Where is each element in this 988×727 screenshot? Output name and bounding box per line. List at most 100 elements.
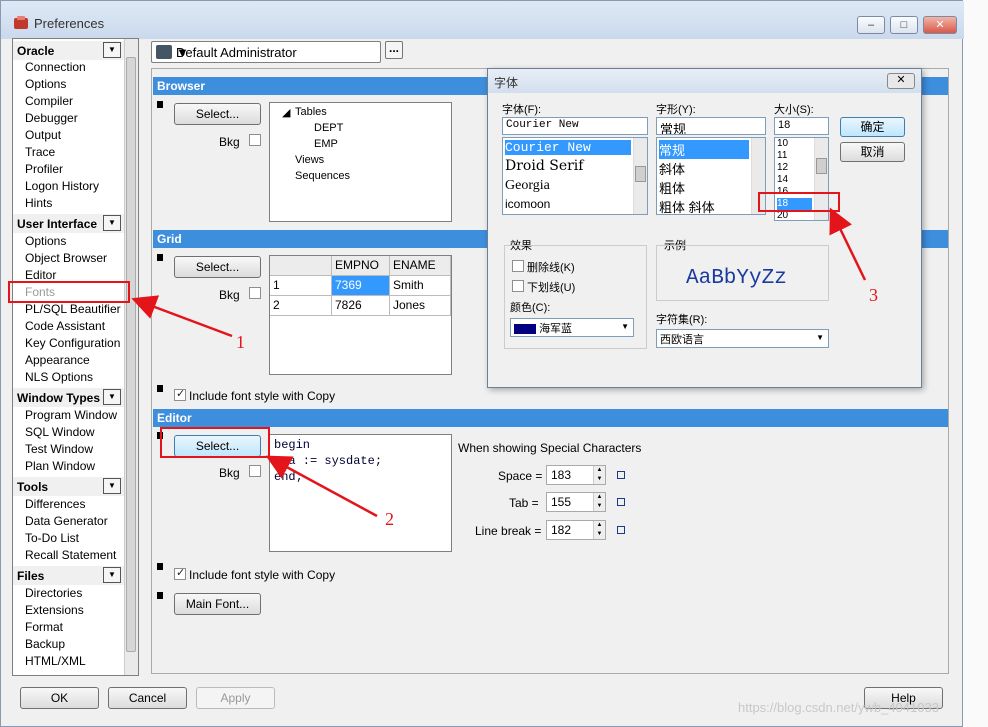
font-style-list[interactable]: 常规 斜体 粗体 粗体 斜体 xyxy=(656,137,766,215)
apply-button[interactable]: Apply xyxy=(196,687,275,709)
user-profile-combo[interactable]: Default Administrator ▼ xyxy=(151,41,381,63)
chevron-down-icon: ▼ xyxy=(621,322,629,331)
sidebar-item-profiler[interactable]: Profiler xyxy=(25,161,63,177)
font-list-scrollbar[interactable] xyxy=(633,138,647,214)
sidebar-item-test-window[interactable]: Test Window xyxy=(25,441,93,457)
tab-spinner[interactable]: 155 ▲ ▼ xyxy=(546,492,606,512)
sidebar-item-options[interactable]: Options xyxy=(25,233,66,249)
linebreak-spinner[interactable]: 182 ▲ ▼ xyxy=(546,520,606,540)
sidebar-item-output[interactable]: Output xyxy=(25,127,61,143)
sidebar-item-data-generator[interactable]: Data Generator xyxy=(25,513,108,529)
sidebar-item-debugger[interactable]: Debugger xyxy=(25,110,78,126)
maximize-button[interactable]: □ xyxy=(890,16,918,34)
sidebar-item-html-xml[interactable]: HTML/XML xyxy=(25,653,86,669)
minimize-button[interactable]: – xyxy=(857,16,885,34)
charset-select[interactable]: 西欧语言 ▼ xyxy=(656,329,829,348)
size-option[interactable]: 12 xyxy=(777,162,788,174)
sidebar-item-recall-statement[interactable]: Recall Statement xyxy=(25,547,116,563)
space-spinner[interactable]: 183 ▲ ▼ xyxy=(546,465,606,485)
close-button[interactable]: ✕ xyxy=(923,16,957,34)
font-option-courier[interactable]: Courier New xyxy=(505,140,631,155)
chevron-down-icon[interactable]: ▼ xyxy=(103,42,121,58)
sidebar-item-differences[interactable]: Differences xyxy=(25,496,85,512)
sidebar-item-program-window[interactable]: Program Window xyxy=(25,407,117,423)
style-option-bold-italic[interactable]: 粗体 斜体 xyxy=(659,197,715,214)
sidebar-item-object-browser[interactable]: Object Browser xyxy=(25,250,107,266)
sidebar-group-window-types[interactable]: Window Types ▼ xyxy=(13,388,125,407)
font-style-label: 字形(Y): xyxy=(656,104,696,116)
chevron-down-icon[interactable]: ▼ xyxy=(103,389,121,405)
sidebar-scroll-thumb[interactable] xyxy=(126,57,136,652)
sidebar-scrollbar[interactable] xyxy=(124,39,138,675)
grid-include-style-checkbox[interactable] xyxy=(174,387,186,401)
editor-include-style-checkbox[interactable] xyxy=(174,566,186,580)
scroll-thumb[interactable] xyxy=(816,158,827,174)
grid-select-button[interactable]: Select... xyxy=(174,256,261,278)
sidebar-item-plan-window[interactable]: Plan Window xyxy=(25,458,95,474)
font-name-list[interactable]: Courier New Droid Serif Georgia icomoon xyxy=(502,137,648,215)
user-icon xyxy=(156,45,172,59)
style-option-bold[interactable]: 粗体 xyxy=(659,178,685,197)
spinner-arrows-icon[interactable]: ▲ ▼ xyxy=(593,466,605,484)
annotation-number-3: 3 xyxy=(869,285,878,305)
tab-label: Tab = xyxy=(509,496,539,510)
size-option[interactable]: 11 xyxy=(777,150,787,162)
sidebar-item-extensions[interactable]: Extensions xyxy=(25,602,84,618)
sidebar-item-sql-window[interactable]: SQL Window xyxy=(25,424,95,440)
sidebar-item-options[interactable]: Options xyxy=(25,76,66,92)
browser-bkg-checkbox[interactable] xyxy=(249,134,261,146)
style-option-italic[interactable]: 斜体 xyxy=(659,159,685,178)
ok-button[interactable]: OK xyxy=(20,687,99,709)
sidebar-group-tools[interactable]: Tools ▼ xyxy=(13,477,125,496)
main-font-button[interactable]: Main Font... xyxy=(174,593,261,615)
grid-bkg-label: Bkg xyxy=(219,288,240,302)
underline-checkbox[interactable] xyxy=(512,280,524,292)
font-option-droid-serif[interactable]: Droid Serif xyxy=(505,158,583,174)
browser-select-button[interactable]: Select... xyxy=(174,103,261,125)
sidebar-item-backup[interactable]: Backup xyxy=(25,636,65,652)
sidebar-item-appearance[interactable]: Appearance xyxy=(25,352,90,368)
cancel-button[interactable]: Cancel xyxy=(108,687,187,709)
color-select[interactable]: 海军蓝 ▼ xyxy=(510,318,634,337)
sidebar-item-directories[interactable]: Directories xyxy=(25,585,82,601)
size-option[interactable]: 10 xyxy=(777,138,788,150)
background-strip xyxy=(963,0,988,727)
font-cancel-button[interactable]: 取消 xyxy=(840,142,905,162)
font-size-input[interactable]: 18 xyxy=(774,117,829,135)
sidebar-item-code-assistant[interactable]: Code Assistant xyxy=(25,318,105,334)
more-options-button[interactable]: ... xyxy=(385,41,403,59)
style-option-regular[interactable]: 常规 xyxy=(659,140,749,159)
font-option-icomoon[interactable]: icomoon xyxy=(505,197,550,211)
font-style-input[interactable]: 常规 xyxy=(656,117,766,135)
chevron-down-icon: ▼ xyxy=(176,45,189,60)
font-ok-button[interactable]: 确定 xyxy=(840,117,905,137)
font-name-input[interactable]: Courier New xyxy=(502,117,648,135)
chevron-down-icon[interactable]: ▼ xyxy=(103,567,121,583)
sidebar-group-files[interactable]: Files ▼ xyxy=(13,566,125,585)
sidebar-group-oracle[interactable]: Oracle ▼ xyxy=(13,41,125,60)
sidebar-item-format[interactable]: Format xyxy=(25,619,63,635)
sidebar-item-compiler[interactable]: Compiler xyxy=(25,93,73,109)
chevron-down-icon[interactable]: ▼ xyxy=(103,478,121,494)
size-option[interactable]: 14 xyxy=(777,174,788,186)
font-option-georgia[interactable]: Georgia xyxy=(505,178,550,194)
chevron-down-icon[interactable]: ▼ xyxy=(103,215,121,231)
sidebar-item-logon-history[interactable]: Logon History xyxy=(25,178,99,194)
main-font-marker xyxy=(157,592,163,599)
sidebar-item-key-configuration[interactable]: Key Configuration xyxy=(25,335,120,351)
sidebar-item-connection[interactable]: Connection xyxy=(25,59,86,75)
strikeout-checkbox[interactable] xyxy=(512,260,524,272)
editor-bkg-checkbox[interactable] xyxy=(249,465,261,477)
spinner-arrows-icon[interactable]: ▲ ▼ xyxy=(593,521,605,539)
sidebar-item-trace[interactable]: Trace xyxy=(25,144,55,160)
sidebar-item-hints[interactable]: Hints xyxy=(25,195,52,211)
special-chars-title: When showing Special Characters xyxy=(458,441,642,455)
scroll-thumb[interactable] xyxy=(635,166,646,182)
font-dialog-close-button[interactable]: ✕ xyxy=(887,73,915,89)
sidebar-group-user-interface[interactable]: User Interface ▼ xyxy=(13,214,125,233)
grid-bkg-checkbox[interactable] xyxy=(249,287,261,299)
sidebar-item-pl-sql-beautifier[interactable]: PL/SQL Beautifier xyxy=(25,301,121,317)
spinner-arrows-icon[interactable]: ▲ ▼ xyxy=(593,493,605,511)
sidebar-item-to-do-list[interactable]: To-Do List xyxy=(25,530,79,546)
sidebar-item-nls-options[interactable]: NLS Options xyxy=(25,369,93,385)
